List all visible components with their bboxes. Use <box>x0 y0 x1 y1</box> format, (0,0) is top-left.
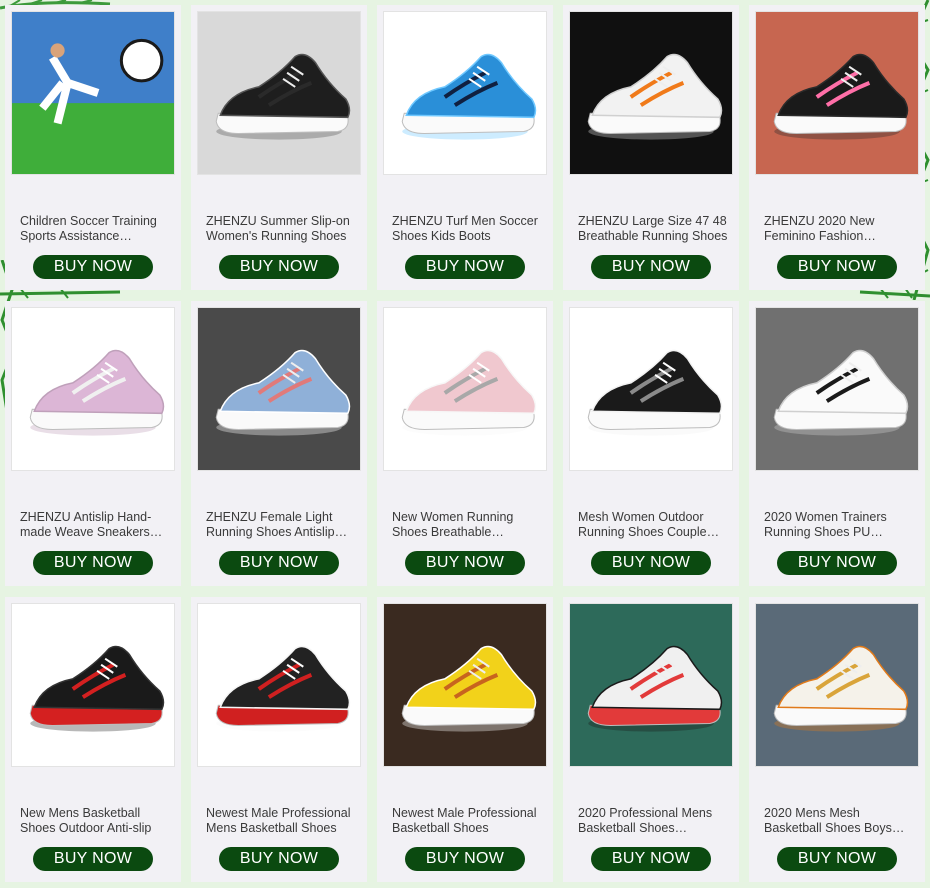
product-title[interactable]: ZHENZU Antislip Hand-made Weave Sneakers… <box>20 510 170 540</box>
pink-woven-shoe-icon <box>12 308 174 470</box>
black-pink-sneaker-on-track-icon <box>756 12 918 174</box>
product-title[interactable]: ZHENZU 2020 New Feminino Fashion Sneaker… <box>764 214 914 244</box>
buy-now-button[interactable]: BUY NOW <box>219 551 339 575</box>
product-card[interactable]: ZHENZU Antislip Hand-made Weave Sneakers… <box>5 301 181 586</box>
product-image[interactable] <box>197 307 361 471</box>
product-card[interactable]: New Mens Basketball Shoes Outdoor Anti-s… <box>5 597 181 882</box>
product-image[interactable] <box>569 11 733 175</box>
product-title[interactable]: 2020 Mens Mesh Basketball Shoes Boys Sne… <box>764 806 914 836</box>
product-title[interactable]: 2020 Professional Mens Basketball Shoes … <box>578 806 728 836</box>
red-black-court-shoe-icon <box>570 604 732 766</box>
product-card[interactable]: 2020 Professional Mens Basketball Shoes … <box>563 597 739 882</box>
yellow-basketball-shoe-icon <box>384 604 546 766</box>
product-image[interactable] <box>755 603 919 767</box>
white-orange-running-shoe-icon <box>570 12 732 174</box>
product-card[interactable]: ZHENZU Large Size 47 48 Breathable Runni… <box>563 5 739 290</box>
product-image[interactable] <box>569 603 733 767</box>
product-image[interactable] <box>11 307 175 471</box>
product-card[interactable]: Mesh Women Outdoor Running Shoes Couple … <box>563 301 739 586</box>
product-image[interactable] <box>197 603 361 767</box>
kids-soccer-kick-photo-icon <box>12 12 174 174</box>
product-title[interactable]: ZHENZU Large Size 47 48 Breathable Runni… <box>578 214 728 244</box>
product-title[interactable]: 2020 Women Trainers Running Shoes PU Lea… <box>764 510 914 540</box>
product-image[interactable] <box>197 11 361 175</box>
buy-now-button[interactable]: BUY NOW <box>33 847 153 871</box>
product-image[interactable] <box>383 307 547 471</box>
product-card[interactable]: ZHENZU 2020 New Feminino Fashion Sneaker… <box>749 5 925 290</box>
product-image[interactable] <box>383 11 547 175</box>
product-title[interactable]: New Women Running Shoes Breathable Sneak… <box>392 510 542 540</box>
product-title[interactable]: New Mens Basketball Shoes Outdoor Anti-s… <box>20 806 170 836</box>
multicolor-woven-shoes-icon <box>198 308 360 470</box>
buy-now-button[interactable]: BUY NOW <box>591 255 711 279</box>
product-image[interactable] <box>11 11 175 175</box>
product-title[interactable]: ZHENZU Turf Men Soccer Shoes Kids Boots <box>392 214 542 244</box>
buy-now-button[interactable]: BUY NOW <box>591 847 711 871</box>
white-gold-basketball-shoe-icon <box>756 604 918 766</box>
product-title[interactable]: Newest Male Professional Basketball Shoe… <box>392 806 542 836</box>
buy-now-button[interactable]: BUY NOW <box>777 255 897 279</box>
buy-now-button[interactable]: BUY NOW <box>777 847 897 871</box>
product-title[interactable]: Mesh Women Outdoor Running Shoes Couple … <box>578 510 728 540</box>
product-card[interactable]: Newest Male Professional Mens Basketball… <box>191 597 367 882</box>
product-card[interactable]: 2020 Mens Mesh Basketball Shoes Boys Sne… <box>749 597 925 882</box>
buy-now-button[interactable]: BUY NOW <box>33 255 153 279</box>
product-title[interactable]: ZHENZU Summer Slip-on Women's Running Sh… <box>206 214 356 244</box>
buy-now-button[interactable]: BUY NOW <box>33 551 153 575</box>
product-title[interactable]: Newest Male Professional Mens Basketball… <box>206 806 356 836</box>
product-card[interactable]: 2020 Women Trainers Running Shoes PU Lea… <box>749 301 925 586</box>
product-card[interactable]: New Women Running Shoes Breathable Sneak… <box>377 301 553 586</box>
buy-now-button[interactable]: BUY NOW <box>219 255 339 279</box>
product-card[interactable]: ZHENZU Turf Men Soccer Shoes Kids Boots B… <box>377 5 553 290</box>
buy-now-button[interactable]: BUY NOW <box>405 847 525 871</box>
product-card[interactable]: Children Soccer Training Sports Assistan… <box>5 5 181 290</box>
product-card[interactable]: Newest Male Professional Basketball Shoe… <box>377 597 553 882</box>
black-slip-on-shoes-icon <box>198 12 360 174</box>
buy-now-button[interactable]: BUY NOW <box>591 551 711 575</box>
sock-sneakers-collection-icon <box>570 308 732 470</box>
buy-now-button[interactable]: BUY NOW <box>405 255 525 279</box>
product-card[interactable]: ZHENZU Female Light Running Shoes Antisl… <box>191 301 367 586</box>
white-air-trainer-icon <box>756 308 918 470</box>
blue-turf-soccer-shoe-icon <box>384 12 546 174</box>
pink-grey-knit-shoe-icon <box>384 308 546 470</box>
product-image[interactable] <box>755 307 919 471</box>
product-image[interactable] <box>569 307 733 471</box>
product-title[interactable]: Children Soccer Training Sports Assistan… <box>20 214 170 244</box>
buy-now-button[interactable]: BUY NOW <box>777 551 897 575</box>
buy-now-button[interactable]: BUY NOW <box>219 847 339 871</box>
product-image[interactable] <box>383 603 547 767</box>
black-red-high-top-icon <box>198 604 360 766</box>
product-grid: Children Soccer Training Sports Assistan… <box>5 5 925 882</box>
product-image[interactable] <box>11 603 175 767</box>
product-title[interactable]: ZHENZU Female Light Running Shoes Antisl… <box>206 510 356 540</box>
buy-now-button[interactable]: BUY NOW <box>405 551 525 575</box>
product-image[interactable] <box>755 11 919 175</box>
black-red-basketball-shoes-icon <box>12 604 174 766</box>
product-card[interactable]: ZHENZU Summer Slip-on Women's Running Sh… <box>191 5 367 290</box>
